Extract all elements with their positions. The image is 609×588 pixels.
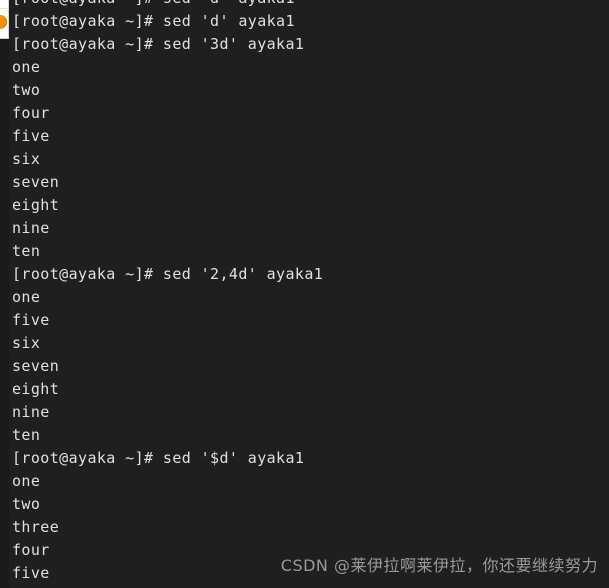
browser-panel-fragment[interactable] [0, 0, 9, 39]
terminal-window[interactable]: [root@ayaka ~]# sed 'd' ayaka1 [root@ayak… [0, 0, 609, 588]
terminal-output-line: one [12, 288, 41, 306]
orange-circle-favicon[interactable] [0, 15, 7, 29]
terminal-output-line: nine [12, 219, 50, 237]
terminal-output-line: one [12, 472, 41, 490]
terminal-command-line: [root@ayaka ~]# sed '2,4d' ayaka1 [12, 265, 324, 283]
terminal-output-line: nine [12, 403, 50, 421]
terminal-command-line: [root@ayaka ~]# sed 'd' ayaka1 [12, 0, 609, 10]
terminal-output-line: four [12, 541, 50, 559]
terminal-output-line: ten [12, 242, 41, 260]
terminal-output-line: two [12, 81, 41, 99]
panel-divider [0, 8, 8, 9]
terminal-command-line: [root@ayaka ~]# sed '3d' ayaka1 [12, 35, 305, 53]
terminal-output-line: four [12, 104, 50, 122]
terminal-output-line: seven [12, 357, 60, 375]
terminal-output-line: five [12, 564, 50, 582]
terminal-output-area[interactable]: [root@ayaka ~]# sed 'd' ayaka1 [root@ayak… [12, 0, 609, 588]
terminal-output-line: seven [12, 173, 60, 191]
terminal-output-line: eight [12, 196, 60, 214]
terminal-output-line: one [12, 58, 41, 76]
terminal-command-line: [root@ayaka ~]# sed '$d' ayaka1 [12, 449, 305, 467]
terminal-output-line: six [12, 150, 41, 168]
terminal-output-line: ten [12, 426, 41, 444]
terminal-output-line: three [12, 518, 60, 536]
terminal-output-line: five [12, 127, 50, 145]
terminal-output-line: six [12, 334, 41, 352]
terminal-output-line: two [12, 495, 41, 513]
terminal-output-line: five [12, 311, 50, 329]
terminal-output-line: eight [12, 380, 60, 398]
terminal-command-line: [root@ayaka ~]# sed 'd' ayaka1 [12, 12, 295, 30]
terminal-left-gutter [0, 0, 9, 588]
